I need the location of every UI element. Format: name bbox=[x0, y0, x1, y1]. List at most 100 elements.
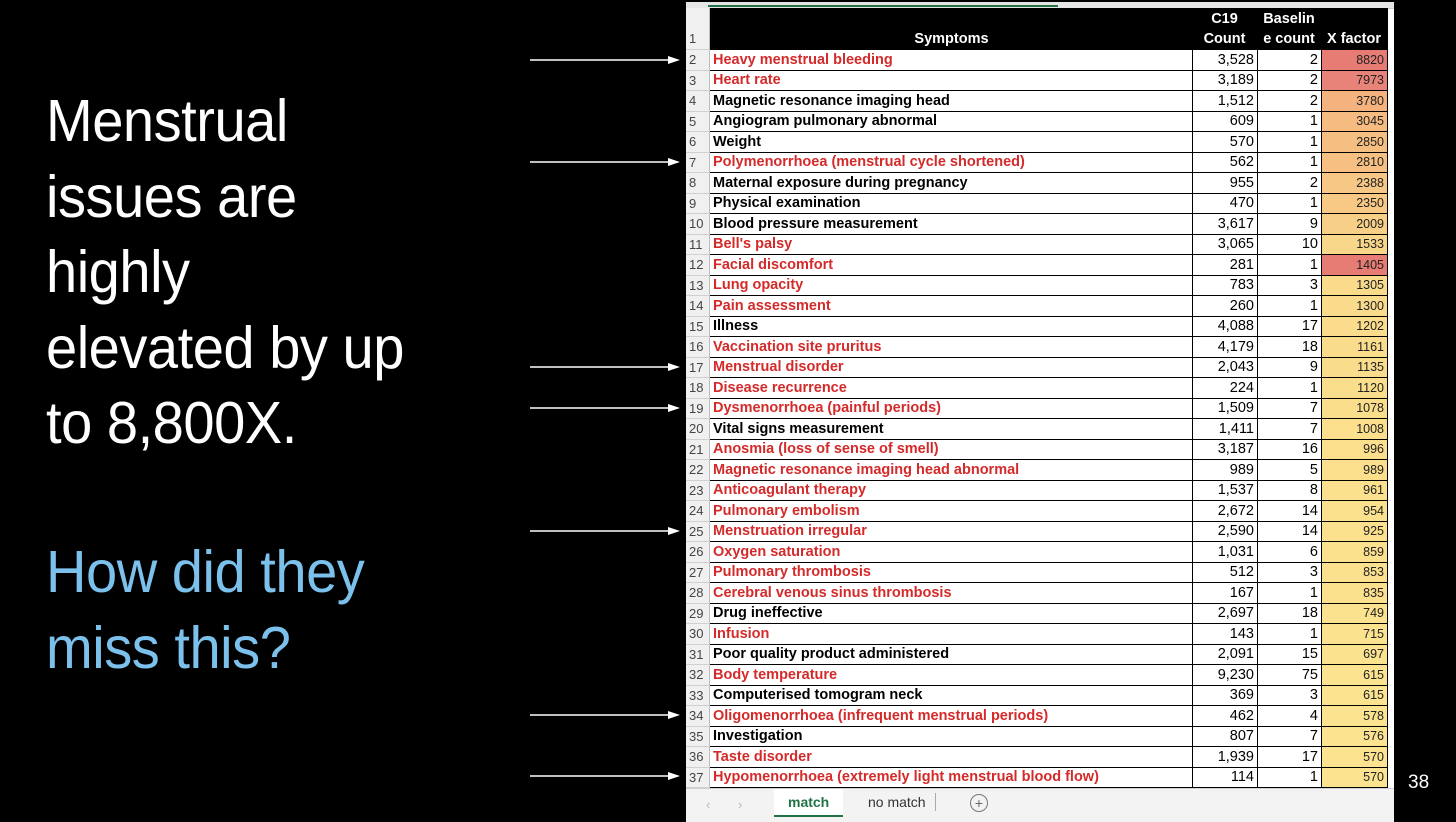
row-number[interactable]: 9 bbox=[686, 193, 710, 214]
c19-count-cell[interactable]: 369 bbox=[1192, 685, 1258, 706]
row-number[interactable]: 8 bbox=[686, 172, 710, 194]
baseline-count-cell[interactable]: 1 bbox=[1257, 295, 1322, 317]
symptom-cell[interactable]: Pulmonary embolism bbox=[709, 500, 1193, 522]
symptom-cell[interactable]: Anosmia (loss of sense of smell) bbox=[709, 439, 1193, 460]
x-factor-cell[interactable]: 1405 bbox=[1321, 254, 1388, 276]
symptom-cell[interactable]: Disease recurrence bbox=[709, 377, 1193, 399]
c19-count-cell[interactable]: 807 bbox=[1192, 726, 1258, 747]
row-number[interactable]: 2 bbox=[686, 49, 710, 71]
c19-count-cell[interactable]: 562 bbox=[1192, 152, 1258, 173]
row-number[interactable]: 25 bbox=[686, 521, 710, 542]
row-number[interactable]: 17 bbox=[686, 357, 710, 378]
x-factor-cell[interactable]: 3780 bbox=[1321, 90, 1388, 112]
x-factor-cell[interactable]: 749 bbox=[1321, 603, 1388, 624]
symptom-cell[interactable]: Drug ineffective bbox=[709, 603, 1193, 624]
row-number[interactable]: 27 bbox=[686, 562, 710, 583]
x-factor-cell[interactable]: 2388 bbox=[1321, 172, 1388, 194]
c19-count-cell[interactable]: 3,065 bbox=[1192, 234, 1258, 255]
symptom-cell[interactable]: Cerebral venous sinus thrombosis bbox=[709, 582, 1193, 604]
x-factor-cell[interactable]: 961 bbox=[1321, 480, 1388, 501]
symptom-cell[interactable]: Illness bbox=[709, 316, 1193, 337]
x-factor-cell[interactable]: 2009 bbox=[1321, 213, 1388, 235]
symptom-cell[interactable]: Heavy menstrual bleeding bbox=[709, 49, 1193, 71]
x-factor-cell[interactable]: 989 bbox=[1321, 459, 1388, 481]
symptom-cell[interactable]: Weight bbox=[709, 131, 1193, 153]
c19-count-cell[interactable]: 1,537 bbox=[1192, 480, 1258, 501]
baseline-count-cell[interactable]: 10 bbox=[1257, 234, 1322, 255]
baseline-count-cell[interactable]: 9 bbox=[1257, 213, 1322, 235]
baseline-count-cell[interactable]: 17 bbox=[1257, 746, 1322, 768]
c19-count-cell[interactable]: 2,672 bbox=[1192, 500, 1258, 522]
baseline-count-cell[interactable]: 14 bbox=[1257, 521, 1322, 542]
row-number[interactable]: 10 bbox=[686, 213, 710, 235]
c19-count-cell[interactable]: 9,230 bbox=[1192, 664, 1258, 686]
symptom-cell[interactable]: Angiogram pulmonary abnormal bbox=[709, 111, 1193, 132]
baseline-count-cell[interactable]: 4 bbox=[1257, 705, 1322, 727]
symptom-cell[interactable]: Body temperature bbox=[709, 664, 1193, 686]
baseline-count-cell[interactable]: 1 bbox=[1257, 254, 1322, 276]
x-factor-cell[interactable]: 576 bbox=[1321, 726, 1388, 747]
row-number[interactable]: 24 bbox=[686, 500, 710, 522]
row-number[interactable]: 15 bbox=[686, 316, 710, 337]
row-number[interactable]: 13 bbox=[686, 275, 710, 296]
symptom-cell[interactable]: Bell's palsy bbox=[709, 234, 1193, 255]
row-number[interactable]: 4 bbox=[686, 90, 710, 112]
row-number[interactable]: 37 bbox=[686, 767, 710, 788]
baseline-count-cell[interactable]: 1 bbox=[1257, 193, 1322, 214]
symptom-cell[interactable]: Magnetic resonance imaging head bbox=[709, 90, 1193, 112]
row-number[interactable]: 12 bbox=[686, 254, 710, 276]
row-number[interactable]: 19 bbox=[686, 398, 710, 419]
c19-count-cell[interactable]: 955 bbox=[1192, 172, 1258, 194]
c19-count-cell[interactable]: 3,528 bbox=[1192, 49, 1258, 71]
c19-count-cell[interactable]: 4,179 bbox=[1192, 336, 1258, 358]
x-factor-cell[interactable]: 996 bbox=[1321, 439, 1388, 460]
baseline-count-cell[interactable]: 1 bbox=[1257, 152, 1322, 173]
prev-sheet-icon[interactable]: ‹ bbox=[706, 797, 710, 812]
x-factor-cell[interactable]: 570 bbox=[1321, 767, 1388, 788]
next-sheet-icon[interactable]: › bbox=[738, 797, 742, 812]
add-sheet-icon[interactable]: + bbox=[970, 794, 988, 812]
symptom-cell[interactable]: Oxygen saturation bbox=[709, 541, 1193, 563]
baseline-count-cell[interactable]: 2 bbox=[1257, 90, 1322, 112]
baseline-count-cell[interactable]: 2 bbox=[1257, 49, 1322, 71]
row-number[interactable]: 36 bbox=[686, 746, 710, 768]
row-number[interactable]: 21 bbox=[686, 439, 710, 460]
x-factor-cell[interactable]: 578 bbox=[1321, 705, 1388, 727]
baseline-count-cell[interactable]: 8 bbox=[1257, 480, 1322, 501]
symptom-cell[interactable]: Computerised tomogram neck bbox=[709, 685, 1193, 706]
symptom-cell[interactable]: Magnetic resonance imaging head abnormal bbox=[709, 459, 1193, 481]
symptom-cell[interactable]: Anticoagulant therapy bbox=[709, 480, 1193, 501]
baseline-count-cell[interactable]: 6 bbox=[1257, 541, 1322, 563]
symptom-cell[interactable]: Menstrual disorder bbox=[709, 357, 1193, 378]
baseline-count-cell[interactable]: 15 bbox=[1257, 644, 1322, 665]
c19-count-cell[interactable]: 3,189 bbox=[1192, 70, 1258, 91]
baseline-count-cell[interactable]: 3 bbox=[1257, 685, 1322, 706]
x-factor-cell[interactable]: 1202 bbox=[1321, 316, 1388, 337]
symptom-cell[interactable]: Facial discomfort bbox=[709, 254, 1193, 276]
c19-count-cell[interactable]: 2,697 bbox=[1192, 603, 1258, 624]
c19-count-cell[interactable]: 281 bbox=[1192, 254, 1258, 276]
x-factor-cell[interactable]: 615 bbox=[1321, 664, 1388, 686]
x-factor-cell[interactable]: 2850 bbox=[1321, 131, 1388, 153]
symptom-cell[interactable]: Vital signs measurement bbox=[709, 418, 1193, 440]
row-number[interactable]: 3 bbox=[686, 70, 710, 91]
x-factor-cell[interactable]: 925 bbox=[1321, 521, 1388, 542]
symptom-cell[interactable]: Dysmenorrhoea (painful periods) bbox=[709, 398, 1193, 419]
symptom-cell[interactable]: Infusion bbox=[709, 623, 1193, 645]
x-factor-cell[interactable]: 715 bbox=[1321, 623, 1388, 645]
x-factor-cell[interactable]: 1533 bbox=[1321, 234, 1388, 255]
baseline-count-cell[interactable]: 1 bbox=[1257, 131, 1322, 153]
c19-count-cell[interactable]: 4,088 bbox=[1192, 316, 1258, 337]
c19-count-cell[interactable]: 260 bbox=[1192, 295, 1258, 317]
x-factor-cell[interactable]: 853 bbox=[1321, 562, 1388, 583]
c19-count-cell[interactable]: 167 bbox=[1192, 582, 1258, 604]
c19-count-cell[interactable]: 3,617 bbox=[1192, 213, 1258, 235]
row-number[interactable]: 33 bbox=[686, 685, 710, 706]
baseline-count-cell[interactable]: 1 bbox=[1257, 582, 1322, 604]
c19-count-cell[interactable]: 989 bbox=[1192, 459, 1258, 481]
baseline-count-cell[interactable]: 16 bbox=[1257, 439, 1322, 460]
x-factor-cell[interactable]: 3045 bbox=[1321, 111, 1388, 132]
symptom-cell[interactable]: Lung opacity bbox=[709, 275, 1193, 296]
c19-count-cell[interactable]: 570 bbox=[1192, 131, 1258, 153]
c19-count-cell[interactable]: 2,043 bbox=[1192, 357, 1258, 378]
